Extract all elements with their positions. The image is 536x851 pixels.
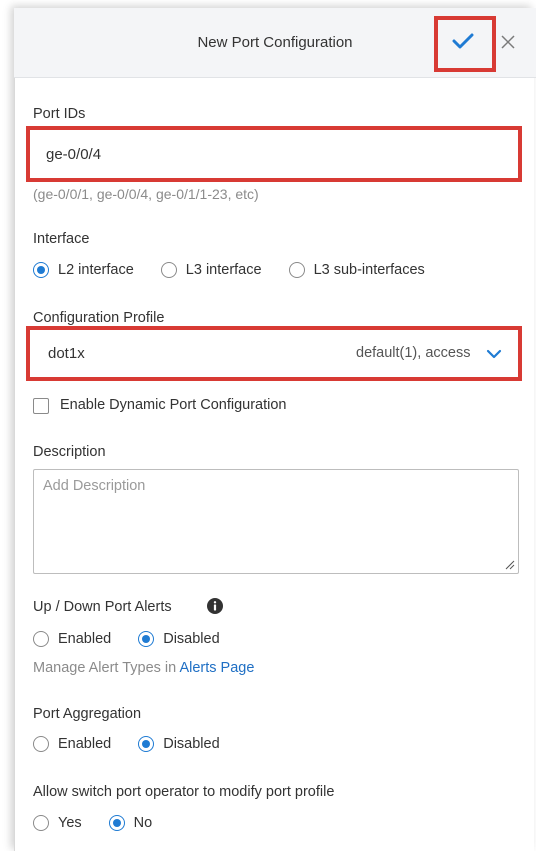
port-alerts-label: Up / Down Port Alerts xyxy=(33,599,172,615)
resize-handle-icon[interactable] xyxy=(505,560,515,570)
port-aggregation-option-disabled[interactable]: Disabled xyxy=(138,736,220,752)
description-placeholder: Add Description xyxy=(43,478,146,494)
alerts-page-link[interactable]: Alerts Page xyxy=(179,660,254,676)
operator-modify-option-label: Yes xyxy=(58,815,82,831)
radio-selected-icon[interactable] xyxy=(33,262,49,278)
radio-selected-icon[interactable] xyxy=(108,815,125,831)
port-aggregation-label: Port Aggregation xyxy=(33,706,142,722)
port-alerts-option-disabled[interactable]: Disabled xyxy=(138,631,220,647)
operator-modify-label: Allow switch port operator to modify por… xyxy=(33,784,335,800)
radio-icon[interactable] xyxy=(160,262,177,278)
port-alerts-option-enabled[interactable]: Enabled xyxy=(33,631,111,647)
port-aggregation-option-enabled[interactable]: Enabled xyxy=(33,736,111,752)
interface-option-label: L3 interface xyxy=(185,262,262,278)
radio-selected-icon[interactable] xyxy=(138,631,155,647)
interface-option-l2[interactable]: L2 interface xyxy=(33,262,134,278)
radio-icon[interactable] xyxy=(33,736,49,752)
config-profile-label: Configuration Profile xyxy=(33,310,165,326)
port-ids-label: Port IDs xyxy=(33,106,86,122)
manage-alerts-prefix: Manage Alert Types in xyxy=(33,660,180,676)
radio-icon[interactable] xyxy=(33,815,49,831)
port-aggregation-option-label: Enabled xyxy=(58,736,112,752)
interface-option-label: L2 interface xyxy=(58,262,134,278)
chevron-down-icon[interactable] xyxy=(486,349,502,360)
port-aggregation-option-label: Disabled xyxy=(163,736,220,752)
operator-modify-radio-group: Yes No xyxy=(33,815,179,831)
close-icon[interactable] xyxy=(500,34,516,50)
dynamic-port-checkbox[interactable] xyxy=(33,398,49,414)
operator-modify-option-no[interactable]: No xyxy=(108,815,153,831)
interface-option-l3-sub[interactable]: L3 sub-interfaces xyxy=(288,262,425,278)
port-alerts-option-label: Disabled xyxy=(163,631,220,647)
description-label: Description xyxy=(33,444,106,460)
port-ids-hint: (ge-0/0/1, ge-0/0/4, ge-0/1/1-23, etc) xyxy=(33,186,259,202)
interface-label: Interface xyxy=(33,231,90,247)
manage-alerts-text: Manage Alert Types in Alerts Page xyxy=(33,660,254,676)
operator-modify-option-yes[interactable]: Yes xyxy=(33,815,82,831)
config-profile-select[interactable]: dot1x xyxy=(48,345,85,362)
interface-radio-group: L2 interface L3 interface L3 sub-interfa… xyxy=(33,262,452,278)
port-aggregation-radio-group: Enabled Disabled xyxy=(33,736,247,752)
radio-icon[interactable] xyxy=(288,262,305,278)
description-textarea[interactable]: Add Description xyxy=(33,469,519,574)
check-icon[interactable] xyxy=(452,32,474,50)
config-profile-detail: default(1), access xyxy=(356,345,471,361)
operator-modify-option-label: No xyxy=(133,815,153,831)
radio-icon[interactable] xyxy=(33,631,49,647)
radio-selected-icon[interactable] xyxy=(138,736,155,752)
interface-option-label: L3 sub-interfaces xyxy=(313,262,425,278)
port-alerts-radio-group: Enabled Disabled xyxy=(33,631,247,647)
interface-option-l3[interactable]: L3 interface xyxy=(160,262,262,278)
port-ids-input[interactable]: ge-0/0/4 xyxy=(46,146,101,163)
port-alerts-option-label: Enabled xyxy=(58,631,112,647)
info-icon[interactable] xyxy=(207,598,223,614)
dynamic-port-label: Enable Dynamic Port Configuration xyxy=(60,397,287,413)
